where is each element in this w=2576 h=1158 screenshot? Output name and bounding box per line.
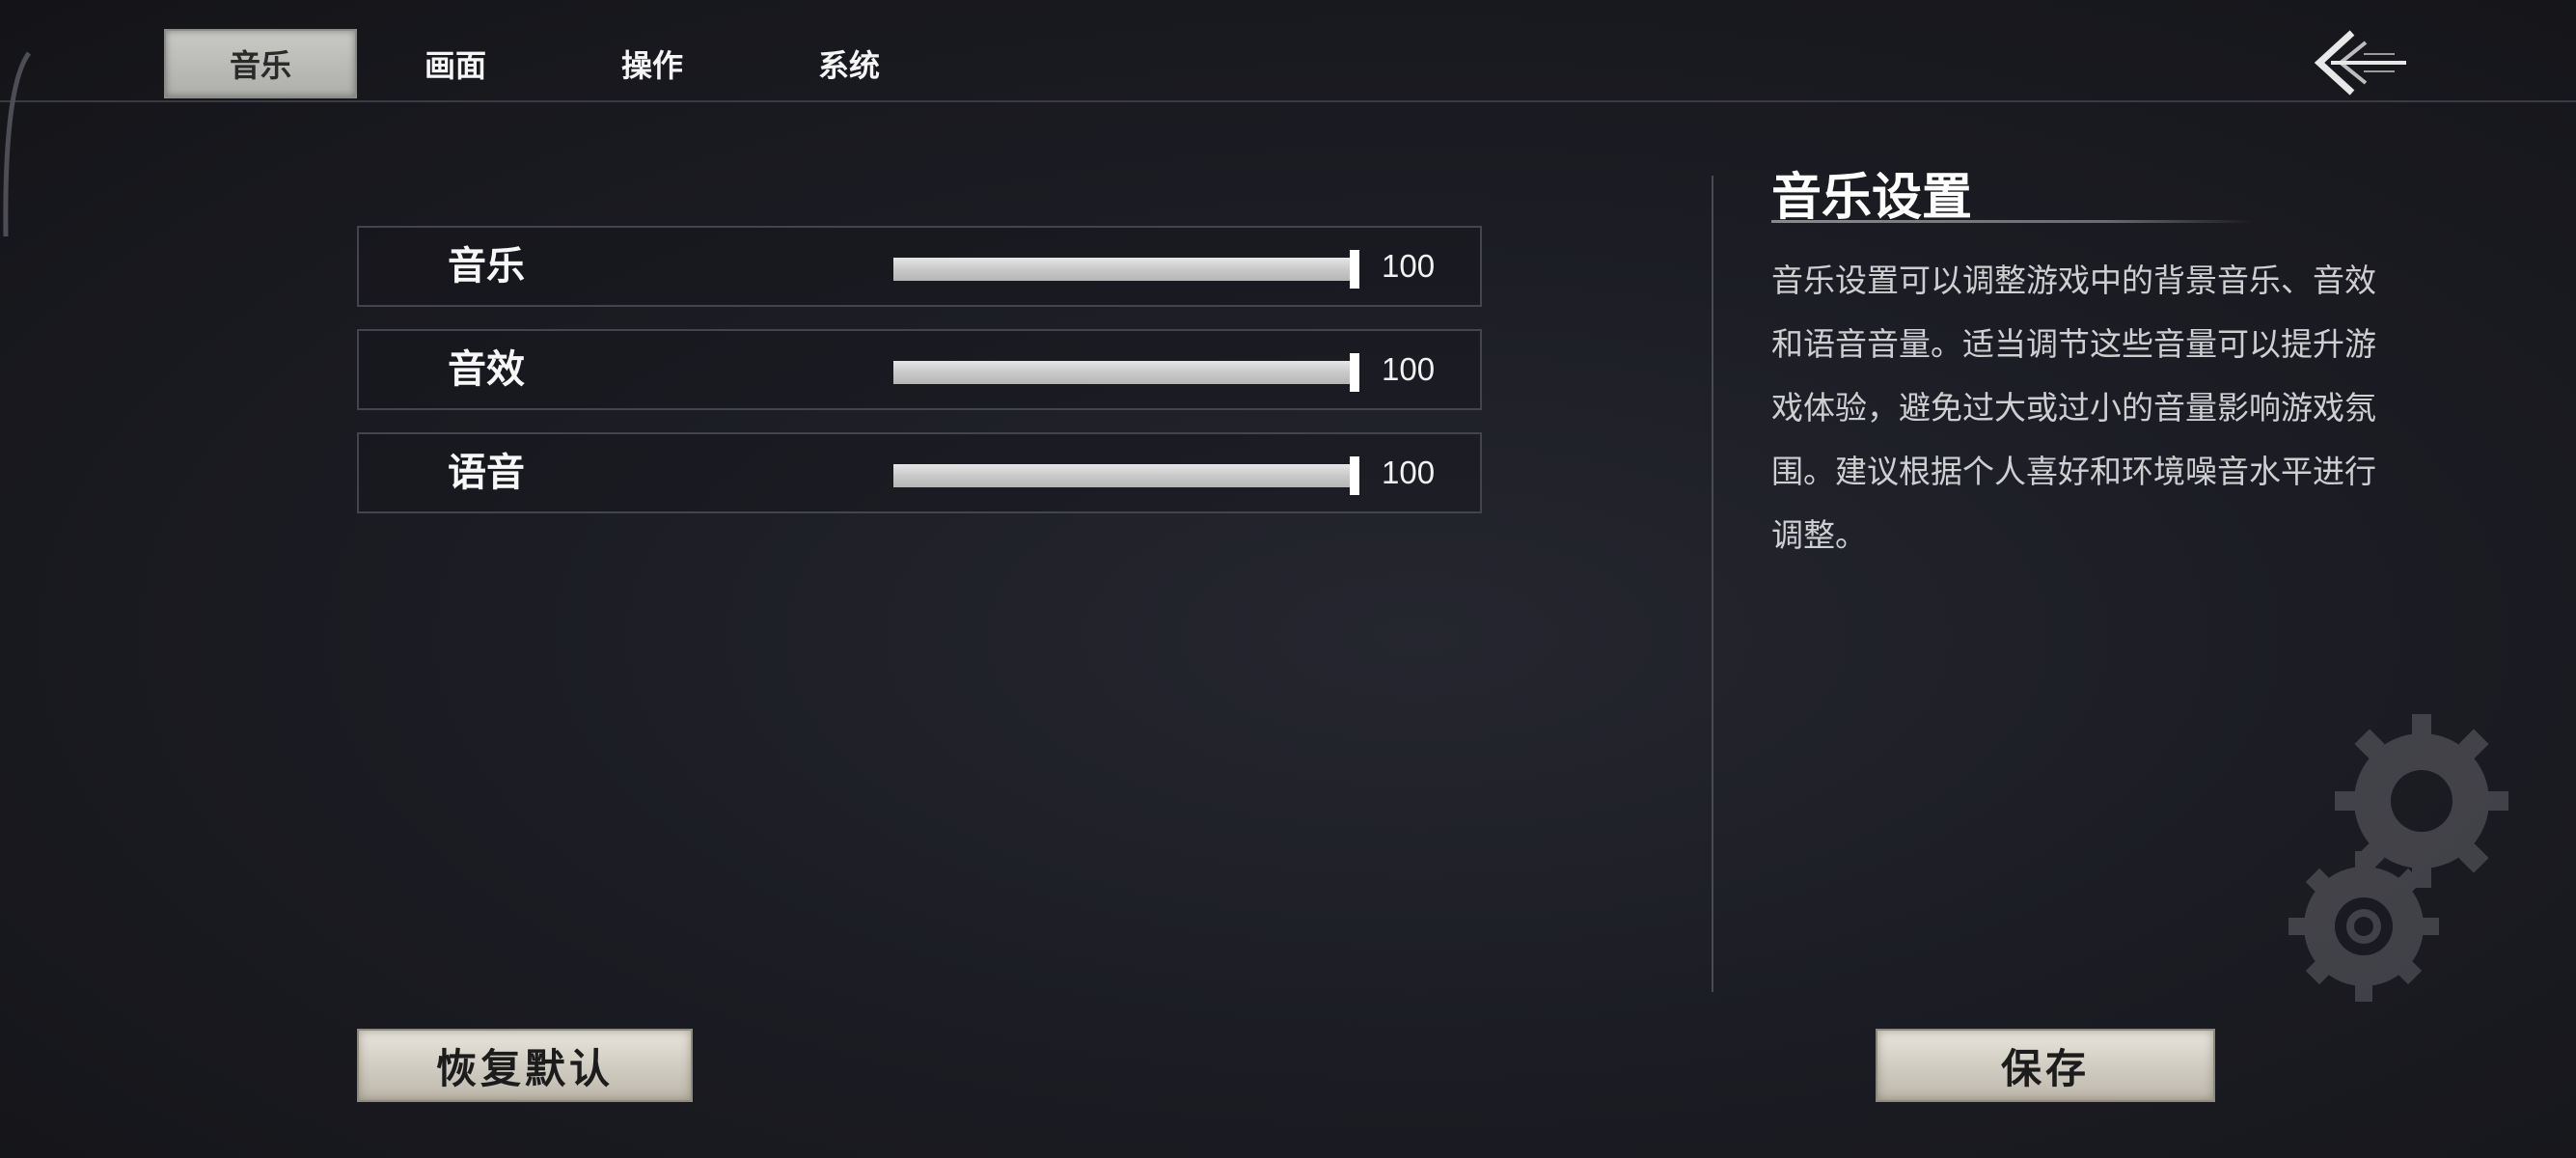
info-description: 音乐设置可以调整游戏中的背景音乐、音效和语音音量。适当调节这些音量可以提升游戏体… bbox=[1771, 262, 2376, 554]
voice-volume-slider[interactable] bbox=[893, 456, 1359, 495]
reset-default-button[interactable]: 恢复默认 bbox=[357, 1029, 693, 1102]
slider-label: 音效 bbox=[448, 346, 525, 392]
tab-system[interactable]: 系统 bbox=[753, 29, 945, 98]
slider-fill bbox=[893, 258, 1355, 281]
info-title: 音乐设置 bbox=[1771, 168, 1973, 227]
tab-display[interactable]: 画面 bbox=[359, 29, 552, 98]
back-arrow-icon bbox=[2314, 30, 2406, 96]
slider-fill bbox=[893, 464, 1355, 487]
slider-thumb[interactable] bbox=[1350, 250, 1359, 289]
title-underline bbox=[1771, 220, 2254, 223]
gear-icon bbox=[2288, 714, 2508, 1002]
slider-value: 100 bbox=[1382, 455, 1436, 490]
tab-music[interactable]: 音乐 bbox=[164, 29, 357, 98]
music-volume-slider[interactable] bbox=[893, 250, 1359, 289]
tab-controls[interactable]: 操作 bbox=[556, 29, 749, 98]
sfx-volume-slider[interactable] bbox=[893, 353, 1359, 392]
sfx-volume-row: 音效 100 bbox=[357, 329, 1482, 410]
top-tab-bar: 音乐 画面 操作 系统 bbox=[0, 0, 2576, 102]
decorative-arc bbox=[3, 51, 32, 237]
slider-fill bbox=[893, 361, 1355, 384]
music-volume-row: 音乐 100 bbox=[357, 226, 1482, 307]
slider-label: 语音 bbox=[448, 450, 525, 495]
back-button[interactable] bbox=[2306, 25, 2412, 100]
slider-thumb[interactable] bbox=[1350, 353, 1359, 392]
slider-value: 100 bbox=[1382, 248, 1436, 284]
slider-value: 100 bbox=[1382, 351, 1436, 387]
panel-divider bbox=[1712, 176, 1713, 992]
slider-thumb[interactable] bbox=[1350, 456, 1359, 495]
voice-volume-row: 语音 100 bbox=[357, 432, 1482, 513]
save-button[interactable]: 保存 bbox=[1876, 1029, 2215, 1102]
slider-label: 音乐 bbox=[448, 243, 525, 289]
